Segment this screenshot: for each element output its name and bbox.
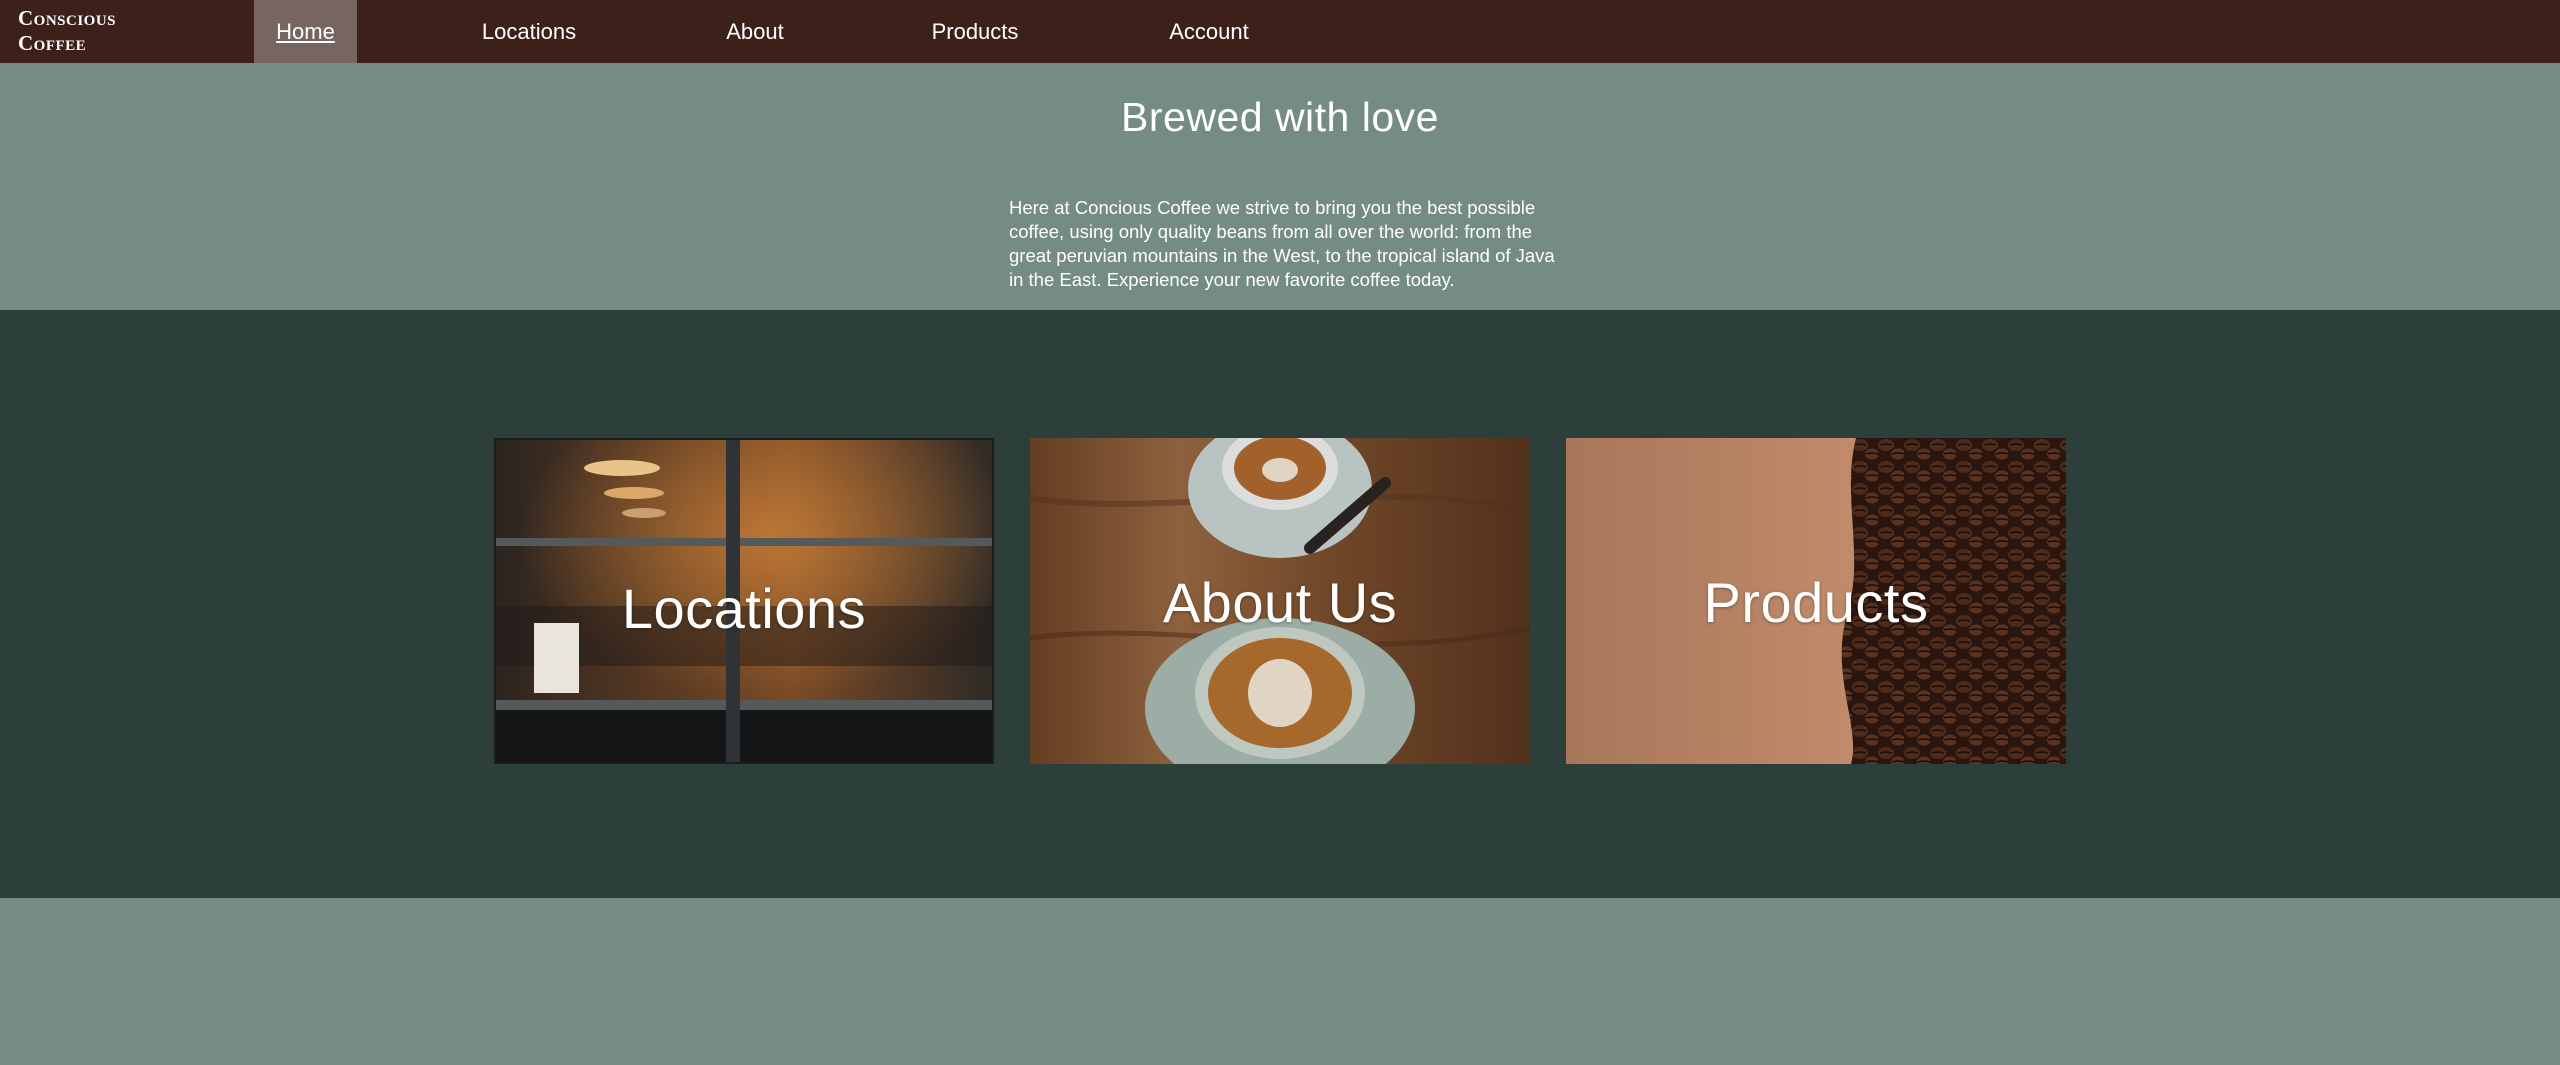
card-products[interactable]: Products (1566, 438, 2066, 764)
hero-description: Here at Concious Coffee we strive to bri… (1009, 197, 1555, 290)
nav-about[interactable]: About (700, 0, 810, 63)
card-about-us[interactable]: About Us (1030, 438, 1530, 764)
brand-line-1: Conscious (18, 6, 117, 30)
card-locations-label: Locations (621, 577, 867, 640)
card-about-us-label: About Us (1162, 571, 1398, 634)
top-nav: Conscious Coffee Home Locations About Pr… (0, 0, 2560, 63)
brand-logo[interactable]: Conscious Coffee (18, 6, 116, 56)
card-locations[interactable]: Locations (494, 438, 994, 764)
nav-account[interactable]: Account (1150, 0, 1268, 63)
nav-home[interactable]: Home (254, 0, 357, 63)
card-products-label: Products (1703, 571, 1929, 634)
hero-title: Brewed with love (1121, 94, 1439, 140)
nav-products[interactable]: Products (914, 0, 1036, 63)
nav-locations[interactable]: Locations (464, 0, 594, 63)
brand-line-2: Coffee (18, 31, 87, 55)
